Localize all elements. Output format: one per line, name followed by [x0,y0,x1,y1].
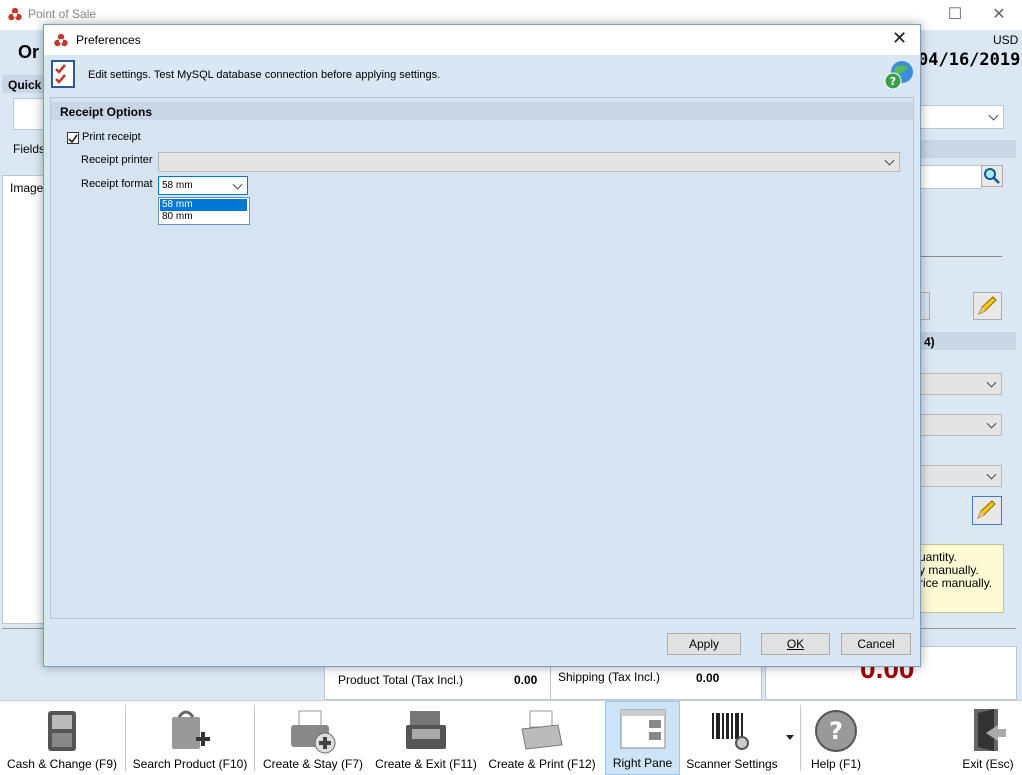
right-pane-icon [620,709,666,749]
pencil-icon [978,296,997,316]
checkmark-icon [68,134,78,144]
cancel-button[interactable]: Cancel [841,633,911,655]
right-section-fragment: 4) [924,335,935,349]
hint-box: uantity. y manually. rice manually. [918,544,1004,613]
svg-text:?: ? [890,75,896,88]
printer-add-icon [291,710,336,754]
toolbar-separator [254,705,255,771]
search-product-button[interactable]: Search Product (F10) [128,701,252,775]
chevron-down-icon [232,179,243,190]
right-combo-2[interactable] [918,373,1002,395]
quick-section-header: Quick [2,75,44,93]
svg-text:?: ? [829,717,843,745]
maximize-button[interactable]: ☐ [940,4,970,24]
create-stay-label: Create & Stay (F7) [262,757,364,771]
receipt-format-value: 58 mm [162,180,193,191]
shipping-box: Shipping (Tax Incl.) 0.00 [550,666,762,700]
image-label: Image [10,181,44,195]
help-globe-button[interactable]: ? [882,59,914,94]
cash-register-icon [406,711,446,749]
chevron-down-icon [884,155,895,166]
bottom-toolbar: Cash & Change (F9) Search Product (F10) … [0,700,1022,775]
print-receipt-label: Print receipt [82,131,141,143]
receipt-printer-label: Receipt printer [81,154,153,166]
barcode-gear-icon [712,713,749,750]
receipt-format-option[interactable]: 80 mm [160,211,247,223]
image-panel: Image [2,175,46,624]
currency-label: USD [993,33,1019,47]
receipt-format-option[interactable]: 58 mm [160,199,247,211]
edit-button[interactable] [973,292,1002,320]
app-logo-icon [7,6,23,25]
pencil-icon [977,500,996,520]
dialog-close-button[interactable]: ✕ [892,28,907,49]
dialog-description: Edit settings. Test MySQL database conne… [88,69,441,81]
right-combo-1[interactable] [918,105,1004,129]
receipt-format-dropdown-list: 58 mm 80 mm [158,197,250,225]
shipping-label: Shipping (Tax Incl.) [558,670,661,684]
hint-line-3: rice manually. [919,576,993,590]
receipt-format-select[interactable]: 58 mm [158,176,248,195]
apply-button[interactable]: Apply [667,633,741,655]
right-section-header-2: 4) [918,332,1016,350]
preferences-dialog: Preferences ✕ Edit settings. Test MySQL … [43,24,921,667]
toolbar-separator [800,705,801,771]
fields-label: Fields [13,142,46,156]
create-stay-button[interactable]: Create & Stay (F7) [257,701,369,775]
search-product-label: Search Product (F10) [132,757,248,771]
create-exit-button[interactable]: Create & Exit (F11) [372,701,480,775]
dialog-titlebar: Preferences ✕ [44,25,920,55]
exit-door-icon [974,709,1006,751]
date-label: 04/16/2019 [918,50,1021,70]
search-icon [984,168,1000,184]
close-main-button[interactable]: ✕ [984,4,1014,24]
scanner-settings-label: Scanner Settings [686,757,778,771]
cash-register-drawer-icon [48,711,76,751]
quick-input[interactable] [13,98,45,130]
search-button[interactable] [981,165,1003,187]
help-globe-icon: ? [884,61,913,90]
cash-change-button[interactable]: Cash & Change (F9) [0,701,124,775]
product-total-box: Product Total (Tax Incl.) 0.00 [324,666,551,700]
receipt-options-header: Receipt Options [51,102,913,120]
dialog-logo-icon [53,32,69,51]
right-combo-3[interactable] [918,414,1002,436]
toolbar-separator [125,705,126,771]
right-search-input[interactable] [918,165,982,189]
main-window-title: Point of Sale [28,7,97,21]
exit-button[interactable]: Exit (Esc) [956,701,1020,775]
dialog-title: Preferences [76,33,141,47]
help-icon: ? [815,710,857,752]
shopping-bag-add-icon [172,710,210,749]
right-combo-4[interactable] [918,465,1002,487]
right-pane-button[interactable]: Right Pane [605,701,680,775]
scanner-dropdown-arrow[interactable] [782,701,798,775]
order-heading: Or [18,42,40,62]
exit-label: Exit (Esc) [962,757,1014,771]
create-print-button[interactable]: Create & Print (F12) [484,701,600,775]
cash-change-label: Cash & Change (F9) [6,757,118,771]
edit-button-2[interactable] [972,496,1002,525]
right-section-header [918,140,1016,158]
shipping-value: 0.00 [696,671,720,685]
dialog-body: Receipt Options Print receipt Receipt pr… [50,97,914,619]
scanner-settings-button[interactable]: Scanner Settings [684,701,780,775]
create-print-label: Create & Print (F12) [488,757,596,771]
product-total-value: 0.00 [514,673,538,687]
product-total-label: Product Total (Tax Incl.) [338,673,464,687]
printer-icon [521,710,563,750]
create-exit-label: Create & Exit (F11) [375,757,477,771]
settings-checklist-icon [50,59,78,92]
print-receipt-checkbox[interactable] [67,132,79,144]
right-pane-label: Right Pane [612,756,673,770]
ok-button[interactable]: OK [761,633,830,655]
dropdown-arrow-icon [786,735,794,740]
receipt-format-label: Receipt format [81,178,153,190]
help-button[interactable]: ? Help (F1) [803,701,869,775]
help-label: Help (F1) [810,757,861,771]
receipt-printer-select[interactable] [158,152,900,172]
right-divider [918,256,1002,257]
